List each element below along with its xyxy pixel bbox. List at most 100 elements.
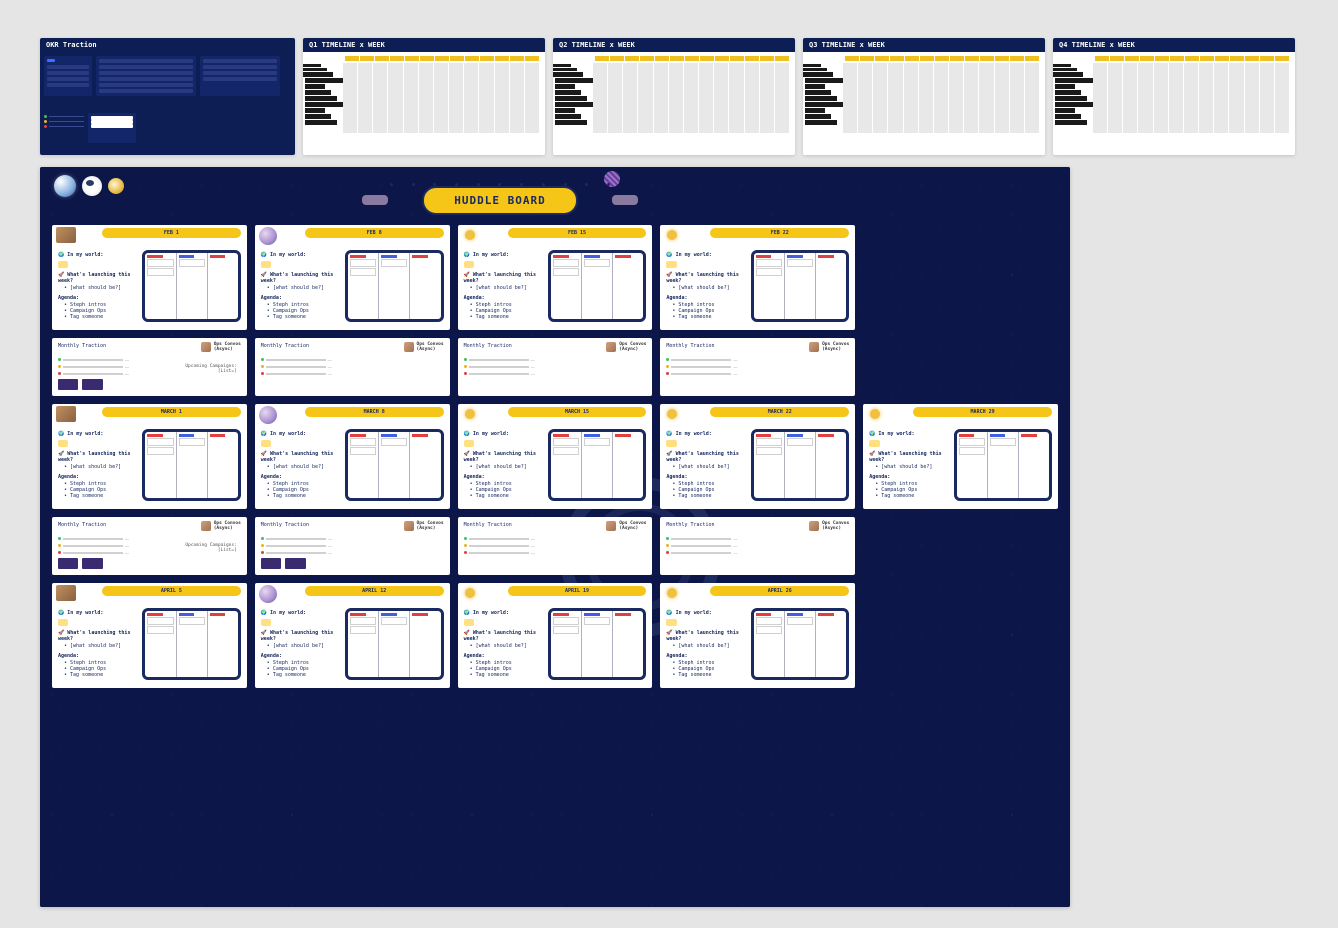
launching-label: 🚀 What's launching this week? bbox=[261, 451, 341, 463]
kanban-panel[interactable] bbox=[954, 429, 1052, 501]
kanban-panel[interactable] bbox=[548, 429, 646, 501]
agenda-item: • Tag someone bbox=[64, 672, 138, 678]
launching-label: 🚀 What's launching this week? bbox=[58, 272, 138, 284]
timeline-body bbox=[803, 52, 1045, 155]
huddle-week-card[interactable]: MARCH 8🌍 In my world: 🚀 What's launching… bbox=[255, 404, 450, 509]
badge bbox=[666, 619, 676, 626]
monthly-traction-card[interactable]: Monthly TractionOps Convos(Async)——— bbox=[255, 338, 450, 396]
traction-button-row bbox=[261, 558, 306, 569]
week-date-pill: FEB 15 bbox=[508, 228, 647, 238]
kanban-panel[interactable] bbox=[751, 250, 849, 322]
in-my-world-label: 🌍 In my world: bbox=[464, 252, 544, 258]
avatar bbox=[201, 521, 211, 531]
monthly-traction-card[interactable]: Monthly TractionOps Convos(Async)——— bbox=[458, 517, 653, 575]
huddle-week-card[interactable]: MARCH 15🌍 In my world: 🚀 What's launchin… bbox=[458, 404, 653, 509]
traction-button-row bbox=[58, 379, 103, 390]
kanban-panel[interactable] bbox=[142, 250, 240, 322]
in-my-world-label: 🌍 In my world: bbox=[464, 610, 544, 616]
traction-button[interactable] bbox=[58, 379, 78, 390]
week-date-pill: MARCH 1 bbox=[102, 407, 241, 417]
huddle-week-card[interactable]: MARCH 1🌍 In my world: 🚀 What's launching… bbox=[52, 404, 247, 509]
kanban-panel[interactable] bbox=[751, 608, 849, 680]
launching-sub: • [what should be?] bbox=[267, 464, 341, 470]
kanban-panel[interactable] bbox=[345, 608, 443, 680]
agenda-item: • Tag someone bbox=[470, 314, 544, 320]
avatar bbox=[56, 227, 76, 243]
kanban-panel[interactable] bbox=[345, 250, 443, 322]
huddle-week-card[interactable]: APRIL 12🌍 In my world: 🚀 What's launchin… bbox=[255, 583, 450, 688]
traction-button[interactable] bbox=[261, 558, 281, 569]
traction-button[interactable] bbox=[82, 379, 102, 390]
frame-q2-timeline[interactable]: Q2 TIMELINE x WEEK bbox=[553, 38, 795, 155]
kanban-panel[interactable] bbox=[548, 250, 646, 322]
agenda-item: • Tag someone bbox=[672, 672, 746, 678]
traction-bars: ——— bbox=[261, 357, 444, 376]
monthly-traction-card[interactable]: Monthly TractionOps Convos(Async)——— bbox=[660, 517, 855, 575]
frame-okr-traction[interactable]: OKR Traction bbox=[40, 38, 295, 155]
traction-button[interactable] bbox=[82, 558, 102, 569]
avatar bbox=[809, 521, 819, 531]
agenda-label: Agenda: bbox=[666, 653, 746, 659]
monthly-traction-card[interactable]: Monthly TractionOps Convos(Async)——— bbox=[660, 338, 855, 396]
frame-q1-timeline[interactable]: Q1 TIMELINE x WEEK bbox=[303, 38, 545, 155]
banner-wing-icon bbox=[612, 195, 638, 205]
kanban-panel[interactable] bbox=[142, 608, 240, 680]
upcoming-campaigns: Upcoming Campaigns:[List=] bbox=[185, 543, 236, 553]
planet-icon bbox=[259, 227, 277, 245]
huddle-week-card[interactable]: FEB 22🌍 In my world: 🚀 What's launching … bbox=[660, 225, 855, 330]
monthly-traction-card[interactable]: Monthly TractionOps Convos(Async)——— Upc… bbox=[52, 517, 247, 575]
badge bbox=[261, 440, 271, 447]
traction-button[interactable] bbox=[285, 558, 305, 569]
week-date-pill: APRIL 5 bbox=[102, 586, 241, 596]
agenda-label: Agenda: bbox=[58, 295, 138, 301]
monthly-traction-card[interactable]: Monthly TractionOps Convos(Async)——— bbox=[255, 517, 450, 575]
week-date-pill: FEB 22 bbox=[710, 228, 849, 238]
avatar bbox=[606, 521, 616, 531]
week-date-pill: APRIL 26 bbox=[710, 586, 849, 596]
monthly-traction-card[interactable]: Monthly TractionOps Convos(Async)——— Upc… bbox=[52, 338, 247, 396]
badge bbox=[58, 440, 68, 447]
huddle-week-card[interactable]: APRIL 26🌍 In my world: 🚀 What's launchin… bbox=[660, 583, 855, 688]
agenda-label: Agenda: bbox=[261, 653, 341, 659]
agenda-item: • Tag someone bbox=[267, 493, 341, 499]
timeline-body bbox=[553, 52, 795, 155]
huddle-week-card[interactable]: MARCH 29🌍 In my world: 🚀 What's launchin… bbox=[863, 404, 1058, 509]
agenda-label: Agenda: bbox=[261, 474, 341, 480]
kanban-panel[interactable] bbox=[548, 608, 646, 680]
astronaut-icon bbox=[82, 176, 102, 196]
launching-label: 🚀 What's launching this week? bbox=[58, 630, 138, 642]
launching-label: 🚀 What's launching this week? bbox=[464, 451, 544, 463]
launching-sub: • [what should be?] bbox=[470, 285, 544, 291]
huddle-week-card[interactable]: FEB 1🌍 In my world: 🚀 What's launching t… bbox=[52, 225, 247, 330]
kanban-panel[interactable] bbox=[345, 429, 443, 501]
huddle-board-frame[interactable]: HUDDLE BOARD FEB 1🌍 In my world: 🚀 What'… bbox=[40, 167, 1070, 907]
kanban-panel[interactable] bbox=[142, 429, 240, 501]
okr-legend bbox=[44, 109, 84, 152]
frame-q3-timeline[interactable]: Q3 TIMELINE x WEEK bbox=[803, 38, 1045, 155]
agenda-item: • Tag someone bbox=[267, 314, 341, 320]
sun-icon bbox=[664, 406, 680, 422]
monthly-traction-card[interactable]: Monthly TractionOps Convos(Async)——— bbox=[458, 338, 653, 396]
agenda-label: Agenda: bbox=[58, 474, 138, 480]
agenda-item: • Tag someone bbox=[470, 672, 544, 678]
huddle-week-card[interactable]: FEB 8🌍 In my world: 🚀 What's launching t… bbox=[255, 225, 450, 330]
huddle-card-grid: FEB 1🌍 In my world: 🚀 What's launching t… bbox=[40, 225, 1070, 696]
launching-sub: • [what should be?] bbox=[672, 464, 746, 470]
launching-sub: • [what should be?] bbox=[672, 285, 746, 291]
traction-bars: ——— bbox=[464, 357, 647, 376]
kanban-panel[interactable] bbox=[751, 429, 849, 501]
huddle-week-card[interactable]: APRIL 5🌍 In my world: 🚀 What's launching… bbox=[52, 583, 247, 688]
in-my-world-label: 🌍 In my world: bbox=[261, 252, 341, 258]
in-my-world-label: 🌍 In my world: bbox=[58, 431, 138, 437]
huddle-week-card[interactable]: MARCH 22🌍 In my world: 🚀 What's launchin… bbox=[660, 404, 855, 509]
huddle-week-card[interactable]: FEB 15🌍 In my world: 🚀 What's launching … bbox=[458, 225, 653, 330]
week-date-pill: MARCH 22 bbox=[710, 407, 849, 417]
traction-button[interactable] bbox=[58, 558, 78, 569]
week-date-pill: MARCH 29 bbox=[913, 407, 1052, 417]
ops-convos-badge: Ops Convos(Async) bbox=[809, 342, 849, 352]
ops-convos-badge: Ops Convos(Async) bbox=[404, 521, 444, 531]
frame-q4-timeline[interactable]: Q4 TIMELINE x WEEK bbox=[1053, 38, 1295, 155]
in-my-world-label: 🌍 In my world: bbox=[666, 431, 746, 437]
sun-icon bbox=[462, 585, 478, 601]
huddle-week-card[interactable]: APRIL 19🌍 In my world: 🚀 What's launchin… bbox=[458, 583, 653, 688]
